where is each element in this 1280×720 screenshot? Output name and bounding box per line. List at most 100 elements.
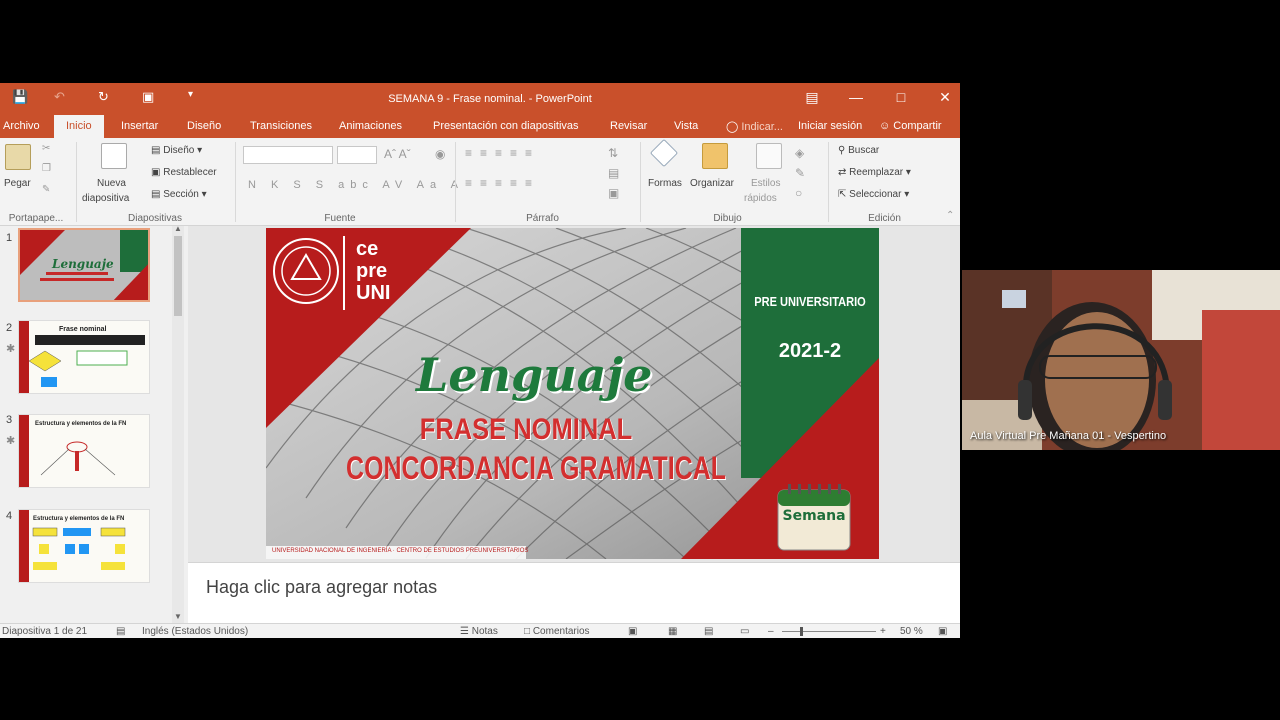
shapes-icon[interactable] bbox=[649, 138, 679, 168]
ribbon-display-options-icon[interactable]: ▤ bbox=[802, 89, 822, 106]
thumbnail-slide-1[interactable]: Lenguaje bbox=[18, 228, 150, 302]
zoom-slider[interactable] bbox=[782, 631, 876, 632]
thumbnail-number: 4 bbox=[6, 510, 13, 522]
new-slide-label-2[interactable]: diapositiva bbox=[82, 193, 129, 204]
group-label-clipboard: Portapape... bbox=[8, 213, 64, 224]
new-slide-label-1[interactable]: Nueva bbox=[97, 178, 126, 189]
align-buttons[interactable]: ≡≡≡≡≡ bbox=[465, 176, 540, 190]
fit-to-window-icon[interactable]: ▣ bbox=[938, 626, 947, 637]
tab-presentacion[interactable]: Presentación con diapositivas bbox=[433, 120, 579, 132]
text-direction-icon[interactable]: ⇅ bbox=[608, 146, 618, 160]
zoom-level[interactable]: 50 % bbox=[900, 626, 923, 637]
thumbnail-slide-3[interactable]: Estructura y elementos de la FN bbox=[18, 414, 150, 488]
close-button[interactable]: ✕ bbox=[935, 89, 955, 106]
comments-button[interactable]: □ Comentarios bbox=[524, 626, 590, 637]
cepre-uni-logo-text: ce pre UNI bbox=[356, 238, 391, 304]
scroll-up-icon[interactable]: ▲ bbox=[174, 224, 182, 233]
shapes-button[interactable]: Formas bbox=[648, 178, 682, 189]
thumbnail-slide-4[interactable]: Estructura y elementos de la FN bbox=[18, 509, 150, 583]
align-text-icon[interactable]: ▤ bbox=[608, 166, 619, 180]
collapse-ribbon-icon[interactable]: ⌃ bbox=[946, 210, 954, 221]
group-label-editing: Edición bbox=[868, 213, 901, 224]
minimize-button[interactable]: — bbox=[846, 89, 866, 105]
paste-button[interactable]: Pegar bbox=[4, 178, 31, 189]
clear-format-icon[interactable]: ◉ bbox=[435, 147, 445, 161]
slide-title: Lenguaje bbox=[416, 348, 653, 402]
current-slide[interactable]: ce pre UNI Lenguaje FRASE NOMINAL CONCOR… bbox=[266, 228, 879, 559]
scrollbar-thumb[interactable] bbox=[174, 236, 182, 316]
find-button[interactable]: ⚲ Buscar bbox=[838, 145, 879, 156]
arrange-button[interactable]: Organizar bbox=[690, 178, 734, 189]
tab-transiciones[interactable]: Transiciones bbox=[250, 120, 312, 132]
tab-inicio[interactable]: Inicio bbox=[54, 115, 104, 138]
cycle-label: PRE UNIVERSITARIO bbox=[754, 294, 866, 309]
scroll-down-icon[interactable]: ▼ bbox=[174, 612, 182, 621]
slideshow-icon[interactable]: ▭ bbox=[740, 626, 749, 637]
cut-icon[interactable]: ✂ bbox=[42, 143, 50, 154]
tab-vista[interactable]: Vista bbox=[674, 120, 698, 132]
select-button[interactable]: ⇱ Seleccionar ▾ bbox=[838, 189, 909, 200]
spellcheck-icon[interactable]: ▤ bbox=[116, 626, 125, 637]
arrange-icon[interactable] bbox=[702, 143, 728, 169]
save-icon[interactable]: 💾 bbox=[12, 89, 28, 105]
shape-fill-icon[interactable]: ◈ bbox=[795, 146, 804, 160]
slide-sorter-icon[interactable]: ▦ bbox=[668, 626, 677, 637]
thumbnail-slide-2[interactable]: Frase nominal bbox=[18, 320, 150, 394]
thumbnails-scrollbar[interactable]: ▲ ▼ bbox=[172, 224, 184, 623]
font-name-input[interactable] bbox=[243, 146, 333, 164]
font-size-input[interactable] bbox=[337, 146, 377, 164]
sign-in-link[interactable]: Iniciar sesión bbox=[798, 120, 862, 132]
undo-icon[interactable]: ↶ bbox=[54, 89, 65, 105]
share-button[interactable]: ☺ Compartir bbox=[879, 120, 942, 132]
maximize-button[interactable]: □ bbox=[891, 89, 911, 105]
reset-button[interactable]: ▣ Restablecer bbox=[151, 167, 217, 178]
divider bbox=[640, 142, 641, 222]
customize-toolbar-icon[interactable]: ▾ bbox=[188, 89, 193, 100]
quick-styles-label-2[interactable]: rápidos bbox=[744, 193, 777, 204]
present-from-start-icon[interactable]: ▣ bbox=[142, 89, 154, 105]
smartart-icon[interactable]: ▣ bbox=[608, 186, 619, 200]
zoom-slider-thumb[interactable] bbox=[800, 627, 803, 636]
animation-star-icon: ✱ bbox=[6, 343, 16, 355]
tell-me-box[interactable]: ◯ Indicar... bbox=[726, 120, 783, 133]
grow-font-icon[interactable]: Aˆ Aˇ bbox=[384, 147, 411, 161]
tab-insertar[interactable]: Insertar bbox=[121, 120, 158, 132]
list-buttons[interactable]: ≡≡≡≡≡ bbox=[465, 146, 540, 160]
shape-effects-icon[interactable]: ○ bbox=[795, 186, 802, 200]
replace-button[interactable]: ⇄ Reemplazar ▾ bbox=[838, 167, 911, 178]
group-label-slides: Diapositivas bbox=[128, 213, 182, 224]
quick-styles-label-1[interactable]: Estilos bbox=[751, 178, 780, 189]
normal-view-icon[interactable]: ▣ bbox=[628, 626, 637, 637]
tab-revisar[interactable]: Revisar bbox=[610, 120, 647, 132]
year-label: 2021-2 bbox=[778, 340, 842, 362]
format-painter-icon[interactable]: ✎ bbox=[42, 184, 50, 195]
notes-placeholder: Haga clic para agregar notas bbox=[206, 577, 438, 597]
section-button[interactable]: ▤ Sección ▾ bbox=[151, 189, 207, 200]
shape-outline-icon[interactable]: ✎ bbox=[795, 166, 805, 180]
divider bbox=[455, 142, 456, 222]
calendar-label: Semana bbox=[782, 508, 846, 524]
thumbnail-2-preview: Frase nominal bbox=[19, 321, 149, 393]
font-format-buttons[interactable]: N K S S abc AV Aa A bbox=[248, 179, 464, 191]
slide-thumbnails-pane: 1 Lenguaje 2 ✱ Frase nominal 3 ✱ Estruct… bbox=[0, 224, 188, 623]
notes-pane[interactable]: Haga clic para agregar notas bbox=[188, 562, 960, 623]
zoom-out-icon[interactable]: – bbox=[768, 626, 774, 637]
title-bar: 💾 ↶ ↻ ▣ ▾ SEMANA 9 - Frase nominal. - Po… bbox=[0, 83, 960, 114]
copy-icon[interactable]: ❐ bbox=[42, 163, 51, 174]
tab-animaciones[interactable]: Animaciones bbox=[339, 120, 402, 132]
paste-icon[interactable] bbox=[5, 144, 31, 170]
language-indicator[interactable]: Inglés (Estados Unidos) bbox=[142, 626, 248, 637]
quick-styles-icon[interactable] bbox=[756, 143, 782, 169]
notes-button[interactable]: ☰ Notas bbox=[460, 626, 498, 637]
reading-view-icon[interactable]: ▤ bbox=[704, 626, 713, 637]
thumbnail-3-preview: Estructura y elementos de la FN bbox=[19, 415, 149, 487]
zoom-in-icon[interactable]: + bbox=[880, 626, 886, 637]
new-slide-icon[interactable] bbox=[101, 143, 127, 169]
thumbnail-title: Frase nominal bbox=[59, 326, 107, 333]
layout-button[interactable]: ▤ Diseño ▾ bbox=[151, 145, 202, 156]
redo-icon[interactable]: ↻ bbox=[98, 89, 109, 105]
tab-diseno[interactable]: Diseño bbox=[187, 120, 221, 132]
tab-archivo[interactable]: Archivo bbox=[3, 120, 40, 132]
participant-name: Aula Virtual Pre Mañana 01 - Vespertino bbox=[970, 430, 1167, 442]
divider bbox=[76, 142, 77, 222]
